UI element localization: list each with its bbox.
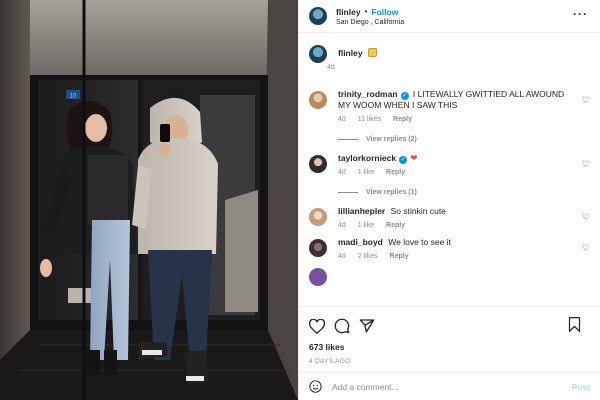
post-header: flinley • Follow San Diego , California … [299,0,600,33]
comment-like-heart-icon[interactable]: ♡ [582,95,590,106]
post-side-panel: flinley • Follow San Diego , California … [298,0,600,400]
commenter-avatar[interactable] [309,91,327,109]
view-replies-button[interactable]: View replies (2) [338,136,590,143]
author-username[interactable]: flinley [336,7,361,17]
view-replies-label: View replies (1) [366,189,417,196]
verified-badge-icon: ✓ [399,156,408,164]
view-replies-button[interactable]: View replies (1) [338,189,590,196]
emoji-icon[interactable] [309,380,322,393]
commenter-avatar[interactable] [309,155,327,173]
reply-button[interactable]: Reply [386,169,405,176]
comment-likes[interactable]: 2 likes [358,253,378,260]
comment-age: 4d [338,116,346,123]
reply-button[interactable]: Reply [386,222,405,229]
replies-divider [338,139,358,140]
author-meta: flinley • Follow San Diego , California [336,7,404,26]
commenter-avatar[interactable] [309,239,327,257]
comment-icon[interactable] [334,318,350,334]
comment-item: madi_boyd We love to see it 4d 2 likes R… [309,237,590,260]
commenter-username[interactable]: taylorkornieck [338,153,396,163]
comment-age: 4d [338,169,346,176]
separator-dot: • [364,7,368,16]
heart-icon[interactable] [309,318,325,334]
comment-like-heart-icon[interactable]: ♡ [582,159,590,170]
commenter-avatar[interactable] [309,268,327,286]
comment-input[interactable] [332,381,572,392]
reply-button[interactable]: Reply [393,116,412,123]
author-avatar[interactable] [309,7,327,25]
comment-text: So stinkin cute [390,206,446,216]
replies-divider [338,192,358,193]
add-comment-bar: Post [299,372,600,400]
view-replies-label: View replies (2) [366,136,417,143]
caption-age: 4d [327,64,335,71]
floor-indicator-text: 10 [70,94,77,100]
comment-likes[interactable]: 1 like [358,169,374,176]
comment-likes[interactable]: 11 likes [358,116,381,123]
comment-like-heart-icon[interactable]: ♡ [582,212,590,223]
caption-row: flinley 4d [309,45,590,85]
reply-button[interactable]: Reply [390,253,409,260]
more-options-icon[interactable]: ··· [573,8,588,20]
follow-button[interactable]: Follow [371,7,398,17]
comment-item: trinity_rodman ✓ I LITEWALLY GWITTIED ALL… [309,89,590,123]
verified-badge-icon: ✓ [400,92,409,100]
comment-likes[interactable]: 1 like [358,222,374,229]
comment-age: 4d [338,222,346,229]
mirror-selfie-illustration: 10 [0,0,298,400]
red-heart-emoji-icon: ❤ [410,153,418,163]
comment-item: lillianhepler So stinkin cute 4d 1 like … [309,206,590,229]
post-comment-button[interactable]: Post [572,382,590,392]
comment-age: 4d [338,253,346,260]
post-actions: 673 likes 4 DAYS AGO [299,306,600,372]
comment-like-heart-icon[interactable]: ♡ [582,243,590,254]
comments-list[interactable]: flinley 4d trinity_rodman ✓ I LITEWALLY G… [299,33,600,306]
likes-count[interactable]: 673 likes [309,342,590,352]
comment-item: taylorkornieck ✓ ❤ 4d 1 like Reply ♡ [309,153,590,176]
commenter-avatar[interactable] [309,208,327,226]
caption-emoji-icon [367,48,377,57]
commenter-username[interactable]: lillianhepler [338,206,385,216]
comment-text: We love to see it [388,237,451,247]
caption-username[interactable]: flinley [338,48,363,58]
caption-avatar[interactable] [309,45,327,63]
post-photo[interactable]: 10 [0,0,298,400]
comment-item-partial [309,266,590,286]
instagram-post-modal: 10 flinley • Follow San Diego , Californ… [0,0,600,400]
share-icon[interactable] [359,318,375,334]
commenter-username[interactable]: madi_boyd [338,237,383,247]
commenter-username[interactable]: trinity_rodman [338,89,398,99]
bookmark-icon[interactable] [568,317,581,332]
post-date[interactable]: 4 DAYS AGO [309,358,590,365]
location-link[interactable]: San Diego , California [336,19,404,26]
